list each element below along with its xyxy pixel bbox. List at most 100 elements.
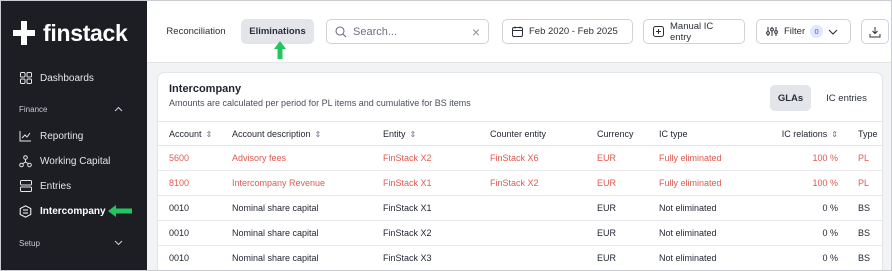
cell-ic-type: Not eliminated bbox=[659, 195, 772, 221]
cell-description: Nominal share capital bbox=[232, 195, 383, 221]
sidebar-item-label: Dashboards bbox=[40, 72, 94, 84]
cell-entity: FinStack X1 bbox=[383, 170, 490, 196]
date-range-button[interactable]: Feb 2020 - Feb 2025 bbox=[502, 19, 633, 44]
sidebar-section-finance[interactable]: Finance bbox=[19, 105, 123, 114]
cell-description: Intercompany Revenue bbox=[232, 170, 383, 196]
column-header-entity[interactable]: Entity ⇕ bbox=[383, 121, 490, 146]
intercompany-icon bbox=[19, 204, 32, 218]
cell-entity: FinStack X2 bbox=[383, 145, 490, 171]
search-input[interactable]: Search... × bbox=[326, 19, 489, 44]
table-header-row: Account ⇕ Account description ⇕ Entity ⇕ Co… bbox=[158, 121, 882, 146]
cell-currency: EUR bbox=[597, 245, 659, 270]
section-label: Finance bbox=[19, 105, 48, 114]
plus-square-icon bbox=[653, 26, 664, 37]
table-row[interactable]: 0010 Nominal share capital FinStack X1 E… bbox=[158, 195, 882, 221]
cell-counter-entity bbox=[490, 220, 597, 246]
cell-account: 5600 bbox=[158, 145, 232, 171]
card-subtitle: Amounts are calculated per period for PL… bbox=[169, 98, 471, 108]
cell-ic-relations: 100 % bbox=[772, 170, 838, 196]
cell-counter-entity: FinStack X2 bbox=[490, 170, 597, 196]
sort-icon: ⇕ bbox=[205, 129, 213, 139]
logo[interactable]: finstack bbox=[13, 19, 128, 47]
sidebar-item-working-capital[interactable]: Working Capital bbox=[19, 151, 110, 171]
cell-currency: EUR bbox=[597, 145, 659, 171]
filter-label: Filter bbox=[784, 26, 806, 37]
column-header-description[interactable]: Account description ⇕ bbox=[232, 121, 383, 146]
cell-ic-type: Fully eliminated bbox=[659, 170, 772, 196]
logo-text: finstack bbox=[43, 19, 128, 46]
sidebar-item-dashboards[interactable]: Dashboards bbox=[19, 68, 94, 88]
cell-ic-relations: 0 % bbox=[772, 245, 838, 270]
chart-line-icon bbox=[19, 130, 32, 143]
cell-ic-relations: 0 % bbox=[772, 195, 838, 221]
column-header-ic-type[interactable]: IC type bbox=[659, 121, 772, 146]
cell-ic-type: Not eliminated bbox=[659, 220, 772, 246]
cell-description: Nominal share capital bbox=[232, 220, 383, 246]
logo-mark-icon bbox=[13, 21, 35, 45]
top-toolbar: Reconciliation Eliminations Search... × … bbox=[147, 1, 891, 64]
intercompany-table: Account ⇕ Account description ⇕ Entity ⇕ Co… bbox=[158, 121, 882, 270]
table-row[interactable]: 0010 Nominal share capital FinStack X2 E… bbox=[158, 220, 882, 246]
search-icon bbox=[335, 25, 347, 38]
manual-ic-entry-button[interactable]: Manual IC entry bbox=[643, 19, 745, 44]
cell-currency: EUR bbox=[597, 220, 659, 246]
cell-account: 0010 bbox=[158, 195, 232, 221]
cell-entity: FinStack X1 bbox=[383, 195, 490, 221]
table-row[interactable]: 8100 Intercompany Revenue FinStack X1 Fi… bbox=[158, 170, 882, 196]
sidebar-section-setup[interactable]: Setup bbox=[19, 239, 123, 248]
download-button[interactable] bbox=[861, 19, 889, 44]
cell-ic-type: Fully eliminated bbox=[659, 145, 772, 171]
date-range-label: Feb 2020 - Feb 2025 bbox=[529, 26, 618, 37]
cell-counter-entity bbox=[490, 245, 597, 270]
toggle-ic-entries[interactable]: IC entries bbox=[819, 85, 874, 111]
cell-type: BS bbox=[838, 245, 882, 270]
cell-account: 0010 bbox=[158, 245, 232, 270]
section-label: Setup bbox=[19, 239, 40, 248]
cell-type: BS bbox=[838, 195, 882, 221]
intercompany-card: Intercompany Amounts are calculated per … bbox=[157, 72, 883, 270]
sidebar-item-entries[interactable]: Entries bbox=[19, 176, 71, 196]
cell-description: Nominal share capital bbox=[232, 245, 383, 270]
column-header-counter-entity[interactable]: Counter entity bbox=[490, 121, 597, 146]
cell-ic-relations: 100 % bbox=[772, 145, 838, 171]
cell-account: 8100 bbox=[158, 170, 232, 196]
cell-currency: EUR bbox=[597, 195, 659, 221]
sidebar: finstack Dashboards Finance Reporting Wo… bbox=[1, 1, 147, 270]
filter-button[interactable]: Filter 0 bbox=[756, 19, 851, 44]
cell-currency: EUR bbox=[597, 170, 659, 196]
chevron-up-icon bbox=[114, 105, 123, 114]
green-arrow-up-icon bbox=[273, 41, 287, 64]
sidebar-item-label: Working Capital bbox=[40, 155, 111, 167]
sidebar-item-label: Entries bbox=[40, 180, 72, 192]
column-header-currency[interactable]: Currency bbox=[597, 121, 659, 146]
column-header-account[interactable]: Account ⇕ bbox=[158, 121, 232, 146]
cell-type: BS bbox=[838, 220, 882, 246]
filter-icon bbox=[766, 26, 778, 37]
download-icon bbox=[869, 26, 881, 38]
sort-icon: ⇕ bbox=[831, 129, 838, 139]
cell-counter-entity: FinStack X6 bbox=[490, 145, 597, 171]
chevron-down-icon bbox=[828, 29, 838, 35]
column-header-ic-relations[interactable]: IC relations ⇕ bbox=[772, 121, 838, 146]
table-row[interactable]: 5600 Advisory fees FinStack X2 FinStack … bbox=[158, 145, 882, 171]
chevron-down-icon bbox=[114, 239, 123, 248]
filter-count-badge: 0 bbox=[810, 25, 824, 38]
cell-ic-type: Not eliminated bbox=[659, 245, 772, 270]
sidebar-item-label: Intercompany bbox=[40, 205, 106, 217]
cell-entity: FinStack X3 bbox=[383, 245, 490, 270]
cell-type: PL bbox=[838, 170, 882, 196]
tab-reconciliation[interactable]: Reconciliation bbox=[160, 19, 232, 44]
card-title: Intercompany bbox=[169, 83, 242, 95]
sidebar-item-reporting[interactable]: Reporting bbox=[19, 126, 83, 146]
clear-search-icon[interactable]: × bbox=[472, 24, 480, 40]
sort-icon: ⇕ bbox=[409, 129, 417, 139]
green-arrow-left-icon bbox=[107, 204, 133, 223]
manual-entry-label: Manual IC entry bbox=[670, 20, 714, 43]
sidebar-item-intercompany[interactable]: Intercompany bbox=[19, 201, 106, 221]
cell-ic-relations: 0 % bbox=[772, 220, 838, 246]
toggle-glas[interactable]: GLAs bbox=[770, 85, 811, 111]
network-icon bbox=[19, 154, 32, 168]
column-header-type[interactable]: Type bbox=[838, 121, 882, 146]
table-row[interactable]: 0010 Nominal share capital FinStack X3 E… bbox=[158, 245, 882, 270]
sort-icon: ⇕ bbox=[314, 129, 322, 139]
